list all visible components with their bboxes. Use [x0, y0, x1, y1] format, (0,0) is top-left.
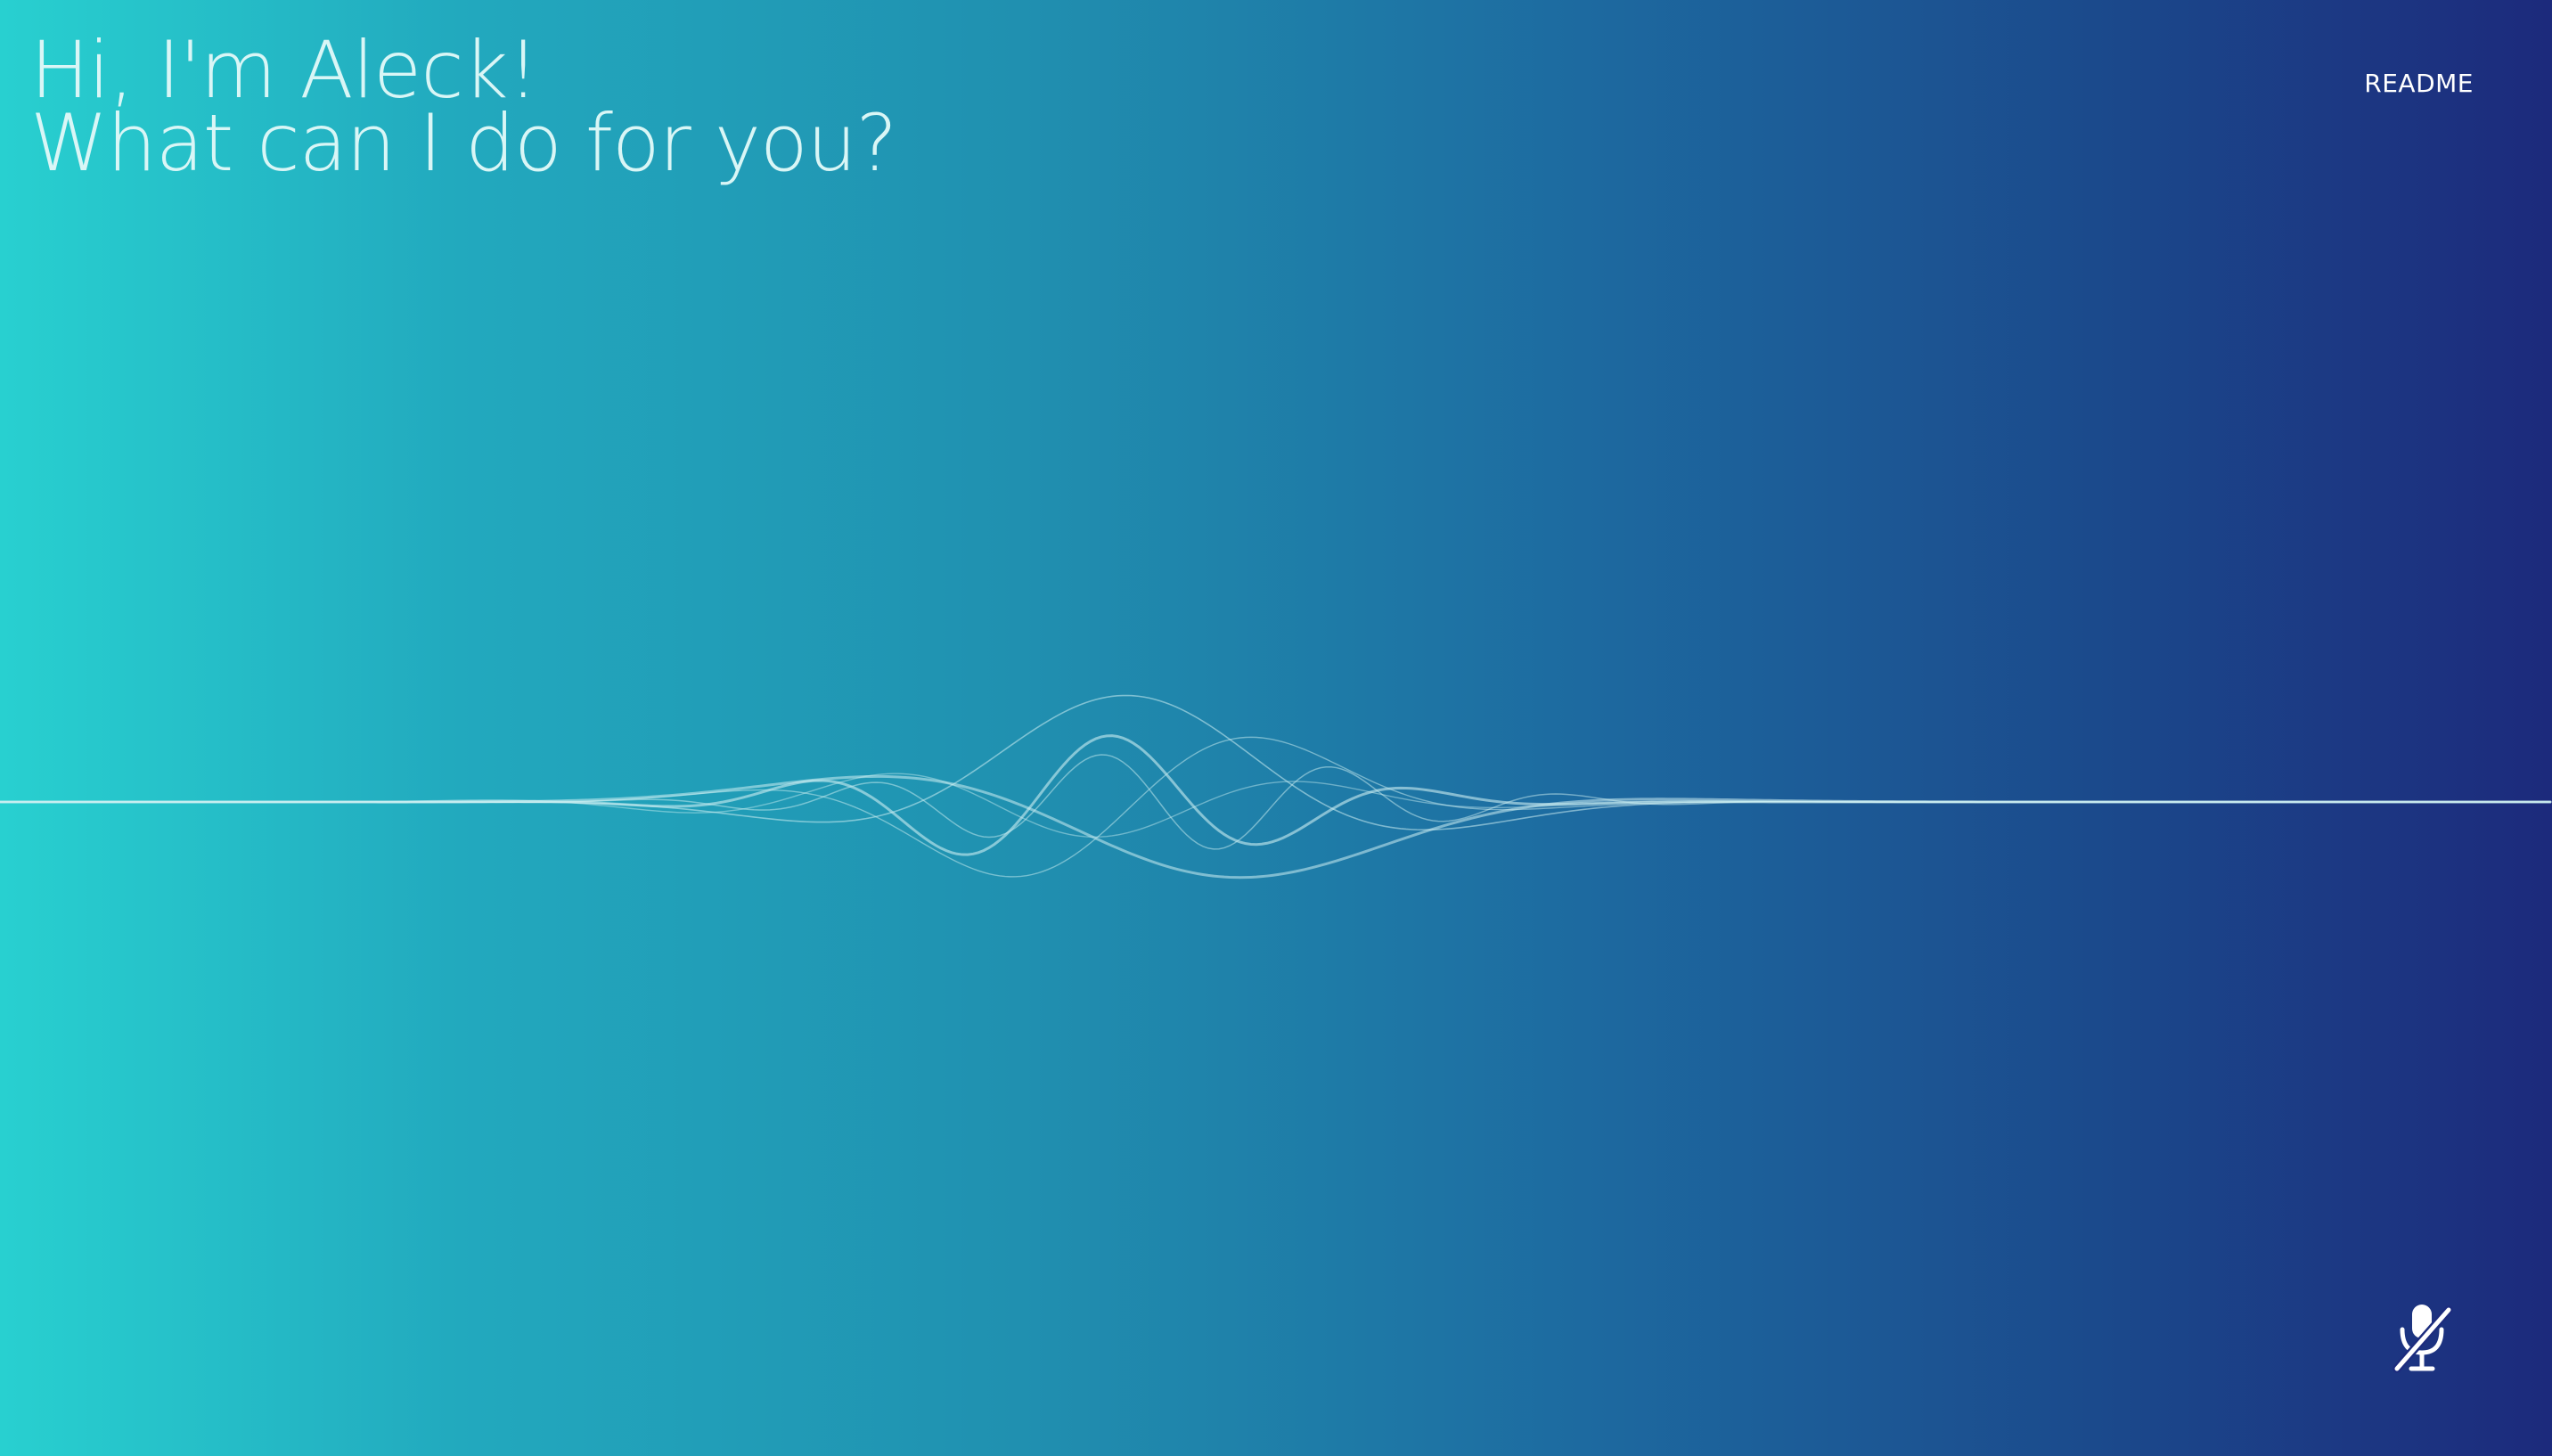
voice-waveform — [0, 694, 2552, 879]
waveform-curve — [0, 773, 2551, 838]
microphone-toggle-button[interactable] — [2390, 1297, 2458, 1378]
readme-link[interactable]: README — [2364, 66, 2474, 102]
waveform-curve — [0, 754, 2551, 850]
waveform-curve — [0, 694, 2551, 831]
microphone-muted-icon — [2392, 1305, 2453, 1373]
greeting-line-1: Hi, I'm Aleck! — [30, 24, 539, 116]
greeting-heading: Hi, I'm Aleck! What can I do for you? — [30, 24, 897, 189]
greeting-line-2: What can I do for you? — [30, 97, 897, 189]
waveform-curve — [0, 774, 2552, 879]
waveform-curve — [0, 734, 2552, 856]
waveform-curve — [0, 736, 2551, 878]
